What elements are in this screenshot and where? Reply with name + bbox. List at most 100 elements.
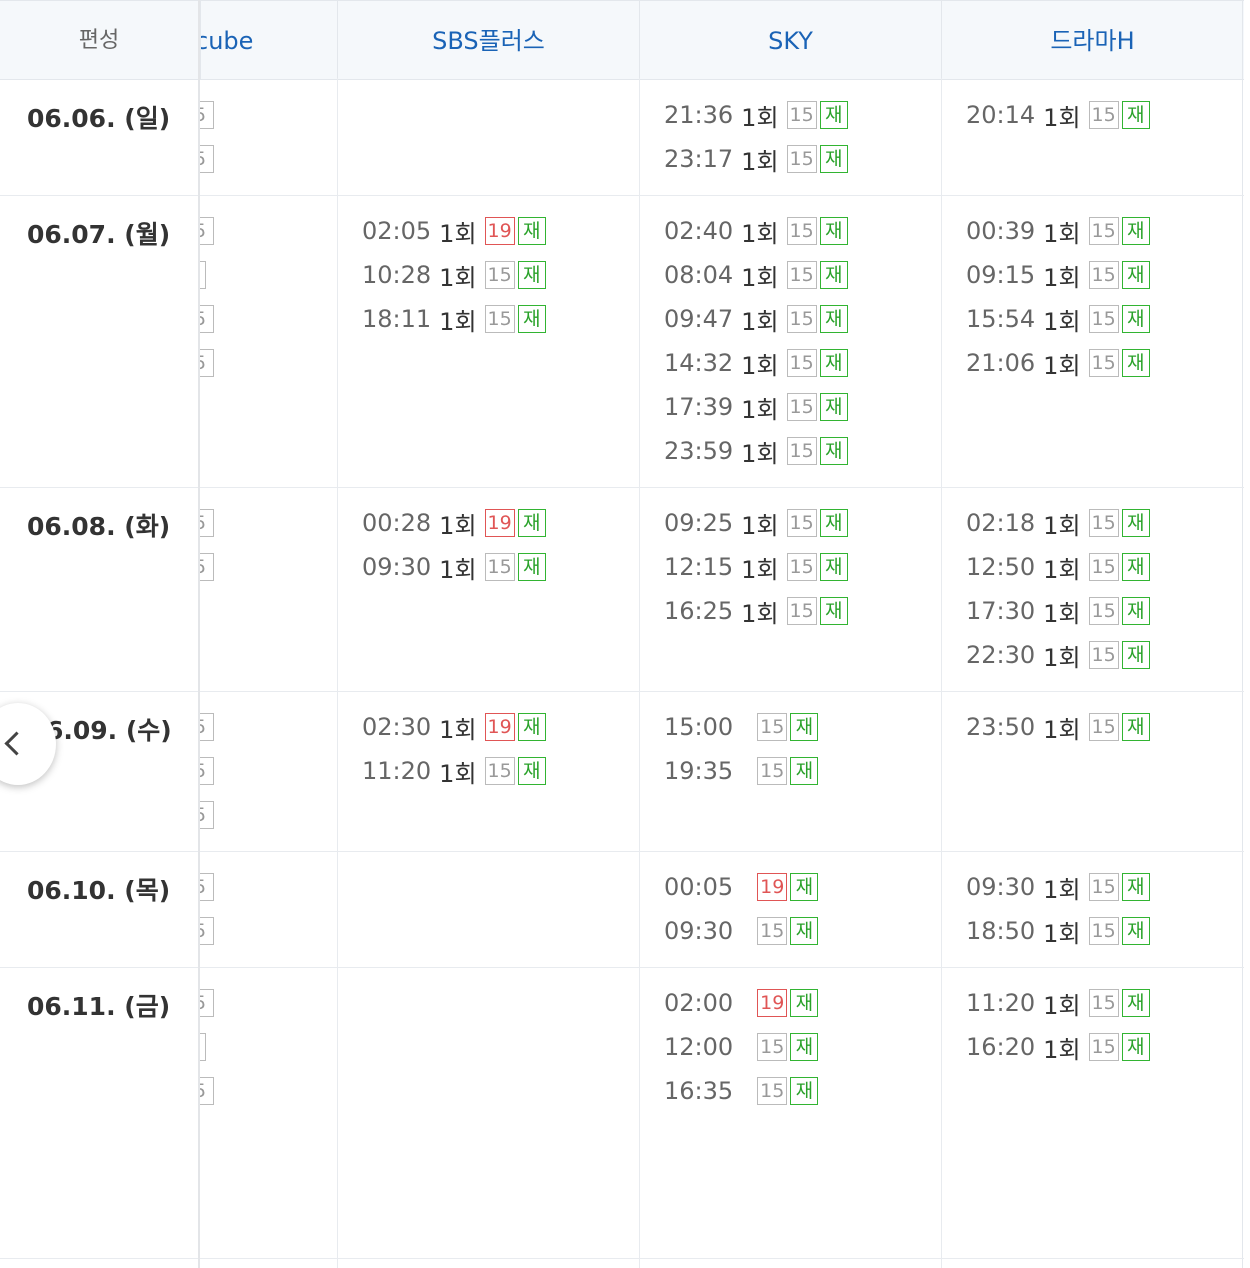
episode-number: 1회 [1043, 511, 1081, 540]
rating-badge: 19 [484, 509, 515, 537]
broadcast-entry[interactable]: 09:30 1회 15 재 [362, 552, 546, 584]
rerun-badge: 재 [1121, 101, 1150, 129]
broadcast-entry[interactable]: 22:30 1회 15 재 [966, 640, 1150, 672]
broadcast-entry[interactable]: 02:18 1회 15 재 [966, 508, 1150, 540]
broadcast-time: 08:04 [664, 261, 734, 289]
broadcast-time: 09:15 [966, 261, 1036, 289]
broadcast-time: 18:50 [966, 917, 1036, 945]
rerun-badge: 재 [819, 437, 848, 465]
broadcast-entry[interactable]: 09:30 15 재 [664, 916, 819, 946]
episode-number: 1회 [741, 599, 779, 628]
broadcast-entry[interactable]: 09:15 1회 15 재 [966, 260, 1150, 292]
broadcast-time: 02:30 [362, 713, 432, 741]
frozen-column-divider [198, 0, 200, 1268]
rating-badge: 19 [484, 217, 515, 245]
cube-rating-badge: 5 [200, 713, 214, 741]
channel-header-cube[interactable]: cube [200, 1, 337, 79]
rating-badge: 15 [757, 1033, 788, 1061]
broadcast-entry[interactable]: 16:25 1회 15 재 [664, 596, 848, 628]
row-divider [0, 967, 1244, 968]
episode-number: 1회 [1043, 643, 1081, 672]
broadcast-entry[interactable]: 00:05 19 재 [664, 872, 819, 902]
channel-header-sbsplus[interactable]: SBS플러스 [337, 1, 639, 79]
broadcast-entry[interactable]: 17:39 1회 15 재 [664, 392, 848, 424]
episode-number: 1회 [439, 307, 477, 336]
broadcast-entry[interactable]: 23:50 1회 15 재 [966, 712, 1150, 744]
broadcast-entry[interactable]: 16:20 1회 15 재 [966, 1032, 1150, 1064]
cube-rating-badge [200, 261, 206, 289]
broadcast-time: 15:54 [966, 305, 1036, 333]
rerun-badge: 재 [517, 305, 546, 333]
rating-badge: 15 [786, 597, 817, 625]
broadcast-entry[interactable]: 09:30 1회 15 재 [966, 872, 1150, 904]
broadcast-entry[interactable]: 21:06 1회 15 재 [966, 348, 1150, 380]
rerun-badge: 재 [790, 873, 819, 901]
broadcast-entry[interactable]: 09:25 1회 15 재 [664, 508, 848, 540]
episode-number: 1회 [1043, 919, 1081, 948]
rerun-badge: 재 [819, 145, 848, 173]
rating-badge: 15 [1088, 1033, 1119, 1061]
broadcast-time: 15:00 [664, 713, 734, 741]
broadcast-entry[interactable]: 08:04 1회 15 재 [664, 260, 848, 292]
rating-badge: 15 [484, 305, 515, 333]
broadcast-entry[interactable]: 02:00 19 재 [664, 988, 819, 1018]
broadcast-time: 09:25 [664, 509, 734, 537]
episode-number: 1회 [439, 759, 477, 788]
broadcast-entry[interactable]: 15:54 1회 15 재 [966, 304, 1150, 336]
broadcast-entry[interactable]: 14:32 1회 15 재 [664, 348, 848, 380]
rating-badge: 15 [786, 349, 817, 377]
broadcast-entry[interactable]: 11:20 1회 15 재 [362, 756, 546, 788]
broadcast-entry[interactable]: 18:50 1회 15 재 [966, 916, 1150, 948]
rerun-badge: 재 [1121, 509, 1150, 537]
channel-header-dramah[interactable]: 드라마H [941, 1, 1243, 79]
episode-number: 1회 [1043, 219, 1081, 248]
cube-rating-badge [200, 1033, 206, 1061]
cube-rating-badge: 5 [200, 873, 214, 901]
broadcast-entry[interactable]: 20:14 1회 15 재 [966, 100, 1150, 132]
broadcast-entry[interactable]: 17:30 1회 15 재 [966, 596, 1150, 628]
broadcast-entry[interactable]: 15:00 15 재 [664, 712, 819, 742]
broadcast-time: 02:40 [664, 217, 734, 245]
rerun-badge: 재 [517, 509, 546, 537]
rerun-badge: 재 [1121, 917, 1150, 945]
broadcast-entry[interactable]: 00:28 1회 19 재 [362, 508, 546, 540]
row-divider [0, 487, 1244, 488]
table-edge [1242, 0, 1243, 1268]
broadcast-entry[interactable]: 19:35 15 재 [664, 756, 819, 786]
broadcast-time: 21:06 [966, 349, 1036, 377]
channel-header-sky[interactable]: SKY [639, 1, 941, 79]
broadcast-time: 16:25 [664, 597, 734, 625]
rerun-badge: 재 [790, 757, 819, 785]
rerun-badge: 재 [790, 989, 819, 1017]
episode-number: 1회 [439, 715, 477, 744]
rerun-badge: 재 [517, 757, 546, 785]
broadcast-entry[interactable]: 21:36 1회 15 재 [664, 100, 848, 132]
episode-number: 1회 [741, 395, 779, 424]
rerun-badge: 재 [790, 1077, 819, 1105]
broadcast-entry[interactable]: 02:05 1회 19 재 [362, 216, 546, 248]
broadcast-time: 00:28 [362, 509, 432, 537]
rerun-badge: 재 [1121, 873, 1150, 901]
broadcast-entry[interactable]: 10:28 1회 15 재 [362, 260, 546, 292]
broadcast-entry[interactable]: 23:59 1회 15 재 [664, 436, 848, 468]
broadcast-entry[interactable]: 00:39 1회 15 재 [966, 216, 1150, 248]
broadcast-time: 20:14 [966, 101, 1036, 129]
broadcast-entry[interactable]: 02:30 1회 19 재 [362, 712, 546, 744]
rating-badge: 19 [757, 873, 788, 901]
broadcast-entry[interactable]: 12:50 1회 15 재 [966, 552, 1150, 584]
rerun-badge: 재 [819, 349, 848, 377]
rerun-badge: 재 [1121, 989, 1150, 1017]
broadcast-entry[interactable]: 11:20 1회 15 재 [966, 988, 1150, 1020]
broadcast-entry[interactable]: 12:15 1회 15 재 [664, 552, 848, 584]
broadcast-entry[interactable]: 18:11 1회 15 재 [362, 304, 546, 336]
broadcast-entry[interactable]: 23:17 1회 15 재 [664, 144, 848, 176]
episode-number: 1회 [1043, 351, 1081, 380]
broadcast-entry[interactable]: 02:40 1회 15 재 [664, 216, 848, 248]
broadcast-entry[interactable]: 09:47 1회 15 재 [664, 304, 848, 336]
broadcast-entry[interactable]: 16:35 15 재 [664, 1076, 819, 1106]
episode-number: 1회 [1043, 555, 1081, 584]
channel-header-cube-label[interactable]: cube [201, 27, 253, 55]
rating-badge: 15 [757, 757, 788, 785]
rerun-badge: 재 [1121, 349, 1150, 377]
broadcast-entry[interactable]: 12:00 15 재 [664, 1032, 819, 1062]
